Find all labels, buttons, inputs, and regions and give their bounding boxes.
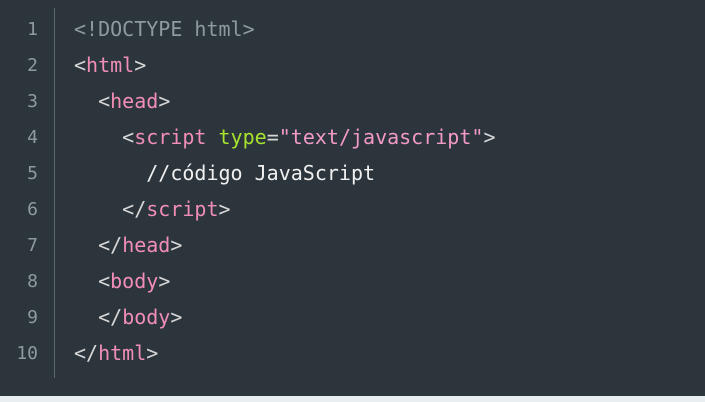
code-text: //código JavaScript xyxy=(54,161,375,185)
tag-name: html xyxy=(86,53,135,77)
code-text: <body> xyxy=(98,269,171,293)
line-number: 9 xyxy=(27,306,38,328)
line-number: 10 xyxy=(16,342,38,364)
tag-name: body xyxy=(110,269,159,293)
line-number: 5 xyxy=(27,162,38,184)
code-text: </head> xyxy=(98,233,183,257)
code-text: <head> xyxy=(98,89,171,113)
tag-name: head xyxy=(110,89,159,113)
tag-name: script xyxy=(146,197,219,221)
code-line: 1 <!DOCTYPE html> xyxy=(0,11,705,47)
code-line: 6 </script> xyxy=(0,191,705,227)
line-number: 7 xyxy=(27,234,38,256)
tag-name: body xyxy=(122,305,171,329)
code-line: 7 </head> xyxy=(0,227,705,263)
attribute-name: type xyxy=(218,125,267,149)
line-number: 1 xyxy=(27,18,38,40)
comment-text: //código JavaScript xyxy=(146,161,376,185)
line-number: 8 xyxy=(27,270,38,292)
code-text: <html> xyxy=(74,53,147,77)
tag-name: head xyxy=(122,233,171,257)
line-number: 6 xyxy=(27,198,38,220)
code-editor: 1 <!DOCTYPE html> 2 <html> 3 <head> 4 <s… xyxy=(0,0,705,396)
code-text: </html> xyxy=(74,341,159,365)
bottom-border xyxy=(0,396,705,402)
code-line: 5 //código JavaScript xyxy=(0,155,705,191)
tag-name: script xyxy=(134,125,207,149)
attribute-value: "text/javascript" xyxy=(278,125,484,149)
code-line: 4 <script type="text/javascript"> xyxy=(0,119,705,155)
line-number: 4 xyxy=(27,126,38,148)
code-line: 2 <html> xyxy=(0,47,705,83)
code-line: 9 </body> xyxy=(0,299,705,335)
code-text: <!DOCTYPE html> xyxy=(54,17,255,41)
code-text: <script type="text/javascript"> xyxy=(122,125,496,149)
code-text: </body> xyxy=(98,305,183,329)
code-line: 10 </html> xyxy=(0,335,705,371)
code-line: 3 <head> xyxy=(0,83,705,119)
tag-name: html xyxy=(98,341,147,365)
code-text: </script> xyxy=(122,197,231,221)
line-number: 2 xyxy=(27,54,38,76)
code-line: 8 <body> xyxy=(0,263,705,299)
doctype-declaration: <!DOCTYPE html> xyxy=(74,17,255,41)
line-number: 3 xyxy=(27,90,38,112)
